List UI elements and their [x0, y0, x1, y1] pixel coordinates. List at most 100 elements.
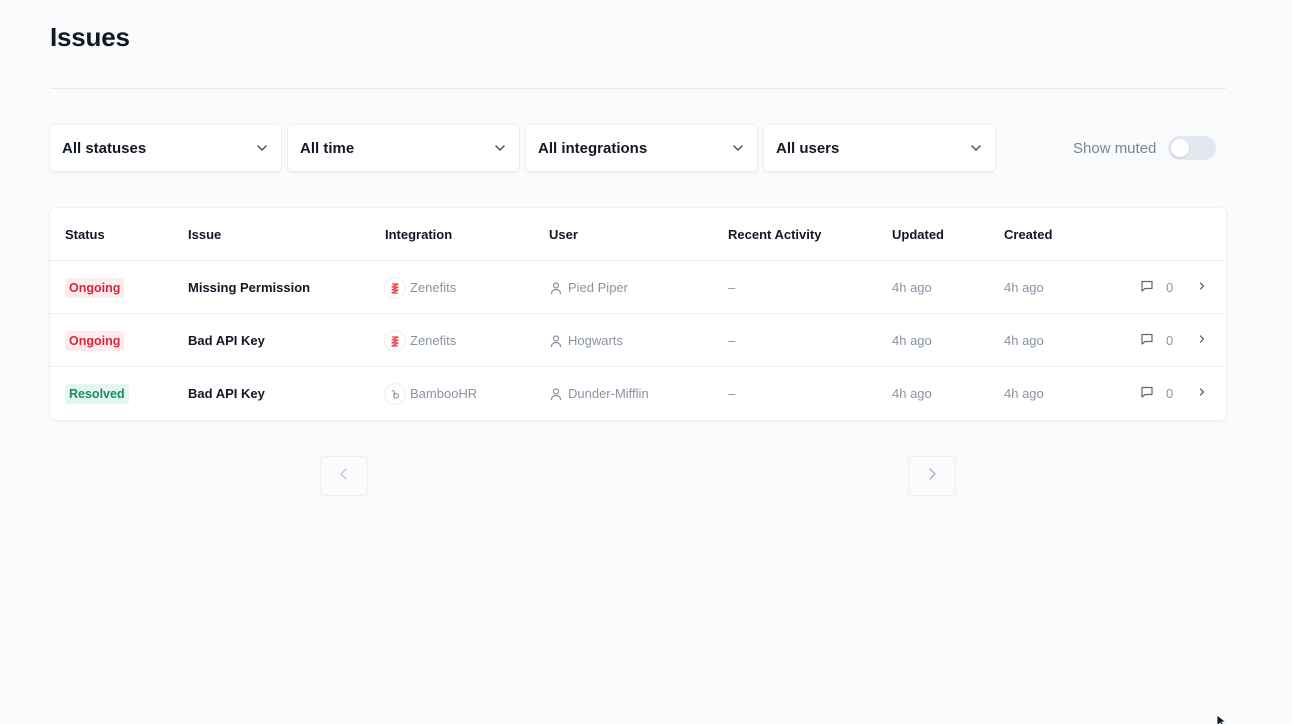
recent-activity-value: – [728, 333, 736, 348]
page-title: Issues [50, 22, 130, 52]
updated-cell: 4h ago [892, 367, 932, 420]
column-header-status: Status [65, 226, 105, 242]
title-divider [50, 88, 1226, 89]
recent-activity-value: – [728, 280, 736, 295]
comments-count: 0 [1140, 385, 1173, 402]
users-filter-select[interactable]: All users [764, 125, 995, 171]
status-badge: Resolved [65, 383, 129, 404]
integration-cell: Zenefits [385, 314, 456, 367]
integrations-filter-label: All integrations [538, 139, 648, 157]
created-value: 4h ago [1004, 386, 1044, 401]
issues-table: Status Issue Integration User Recent Act… [50, 208, 1226, 420]
bamboohr-logo-icon [385, 383, 405, 404]
column-header-created: Created [1004, 226, 1053, 242]
chevron-right-icon [925, 466, 939, 487]
comment-icon [1140, 279, 1154, 296]
status-badge: Ongoing [65, 330, 125, 351]
column-header-issue: Issue [188, 226, 222, 242]
integration-cell: BambooHR [385, 367, 477, 420]
updated-value: 4h ago [892, 333, 932, 348]
comments-cell: 0 [1140, 261, 1173, 314]
integration-name: Zenefits [410, 280, 457, 295]
comment-icon [1140, 385, 1154, 402]
created-cell: 4h ago [1004, 261, 1044, 314]
status-filter-select[interactable]: All statuses [50, 125, 281, 171]
issue-name: Bad API Key [188, 333, 265, 348]
status-filter-label: All statuses [62, 139, 147, 157]
previous-page-button[interactable] [320, 456, 368, 496]
recent-activity-value: – [728, 386, 736, 401]
chevron-right-icon[interactable] [1196, 280, 1208, 295]
comments-number: 0 [1166, 386, 1174, 401]
created-value: 4h ago [1004, 333, 1044, 348]
user-icon [549, 387, 563, 401]
show-muted-toggle[interactable] [1168, 136, 1217, 160]
user-name: Dunder-Mifflin [568, 386, 649, 401]
issue-cell: Bad API Key [188, 367, 265, 420]
table-row[interactable]: Ongoing Bad API Key Zenefits Hogwarts – [50, 313, 1226, 367]
row-open-cell[interactable] [1196, 261, 1208, 314]
created-value: 4h ago [1004, 280, 1044, 295]
time-filter-label: All time [300, 139, 355, 157]
issues-page: Issues All statuses All time All integra… [0, 0, 1292, 724]
user-cell: Hogwarts [549, 314, 623, 367]
comment-icon [1140, 332, 1154, 349]
issue-name: Missing Permission [188, 280, 311, 295]
table-row[interactable]: Resolved Bad API Key BambooHR Dunder-Mif… [50, 366, 1226, 420]
next-page-button[interactable] [908, 456, 956, 496]
integration-name: Zenefits [410, 333, 457, 348]
user-icon [549, 281, 563, 295]
comments-cell: 0 [1140, 367, 1173, 420]
comments-number: 0 [1166, 280, 1174, 295]
user-cell: Pied Piper [549, 261, 628, 314]
column-header-recent-activity: Recent Activity [728, 226, 822, 242]
filter-bar: All statuses All time All integrations A… [50, 125, 995, 171]
row-open-cell[interactable] [1196, 367, 1208, 420]
table-row[interactable]: Ongoing Missing Permission Zenefits Pied… [50, 260, 1226, 314]
updated-cell: 4h ago [892, 261, 932, 314]
show-muted-control: Show muted [1073, 136, 1217, 160]
column-header-integration: Integration [385, 226, 453, 242]
column-header-user: User [549, 226, 578, 242]
updated-value: 4h ago [892, 280, 932, 295]
mouse-cursor-icon [1216, 713, 1228, 724]
row-open-cell[interactable] [1196, 314, 1208, 367]
comments-number: 0 [1166, 333, 1174, 348]
chevron-down-icon [969, 141, 983, 155]
recent-activity-cell: – [728, 314, 735, 367]
recent-activity-cell: – [728, 367, 735, 420]
user-name: Pied Piper [568, 280, 628, 295]
status-cell: Resolved [65, 367, 129, 420]
user-icon [549, 334, 563, 348]
comments-count: 0 [1140, 332, 1173, 349]
issue-cell: Bad API Key [188, 314, 265, 367]
status-cell: Ongoing [65, 314, 125, 367]
integration-name: BambooHR [410, 386, 478, 401]
issue-cell: Missing Permission [188, 261, 310, 314]
user-cell: Dunder-Mifflin [549, 367, 649, 420]
users-filter-label: All users [776, 139, 840, 157]
chevron-left-icon [337, 466, 351, 487]
created-cell: 4h ago [1004, 314, 1044, 367]
chevron-down-icon [255, 141, 269, 155]
table-header-row: Status Issue Integration User Recent Act… [50, 208, 1226, 260]
created-cell: 4h ago [1004, 367, 1044, 420]
toggle-knob [1171, 139, 1190, 157]
issue-name: Bad API Key [188, 386, 265, 401]
recent-activity-cell: – [728, 261, 735, 314]
integrations-filter-select[interactable]: All integrations [526, 125, 757, 171]
column-header-updated: Updated [892, 226, 944, 242]
show-muted-label: Show muted [1073, 139, 1157, 157]
updated-value: 4h ago [892, 386, 932, 401]
user-name: Hogwarts [568, 333, 623, 348]
chevron-down-icon [731, 141, 745, 155]
status-badge: Ongoing [65, 277, 125, 298]
chevron-down-icon [493, 141, 507, 155]
comments-count: 0 [1140, 279, 1173, 296]
status-cell: Ongoing [65, 261, 125, 314]
chevron-right-icon[interactable] [1196, 386, 1208, 401]
updated-cell: 4h ago [892, 314, 932, 367]
chevron-right-icon[interactable] [1196, 333, 1208, 348]
time-filter-select[interactable]: All time [288, 125, 519, 171]
zenefits-logo-icon [385, 330, 405, 351]
